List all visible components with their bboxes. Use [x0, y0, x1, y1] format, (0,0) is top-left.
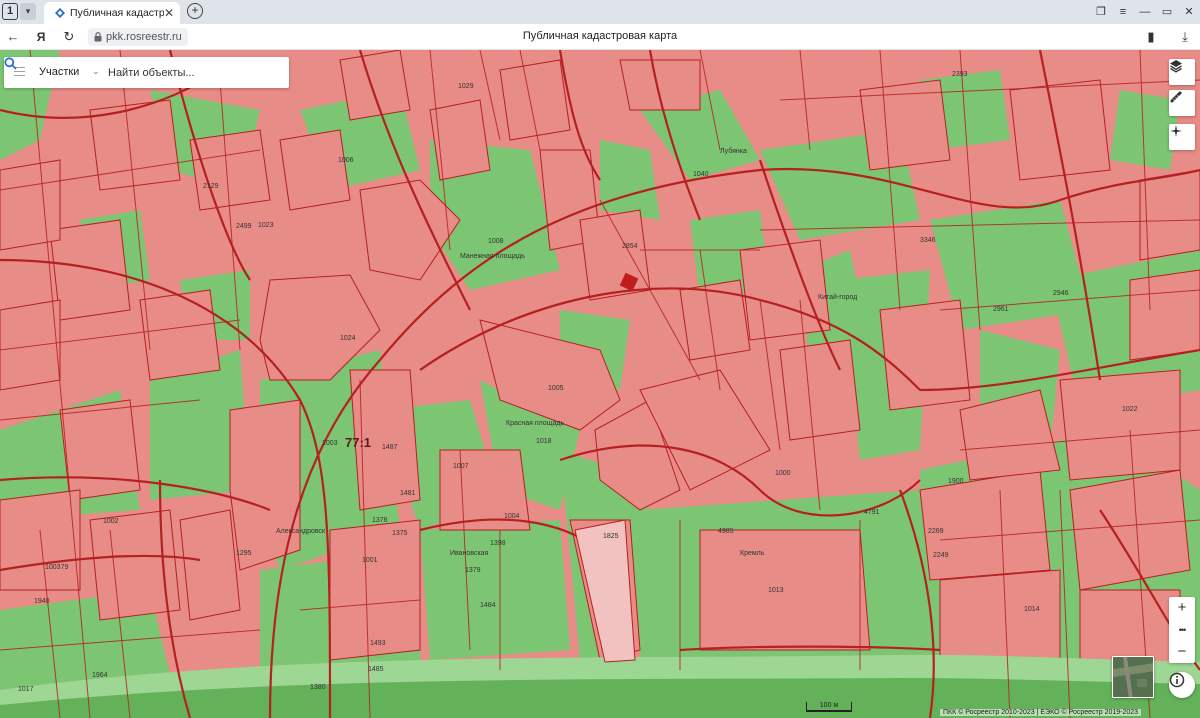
close-icon[interactable]: ✕ [164, 6, 174, 20]
collections-icon[interactable]: ❐ [1090, 0, 1112, 24]
locate-button[interactable] [1169, 124, 1195, 150]
window-close-icon[interactable]: ✕ [1178, 0, 1200, 24]
info-icon [1169, 672, 1185, 688]
satellite-thumbnail [1113, 657, 1153, 697]
address-bar: ← Я ↻ pkk.rosreestr.ru Публичная кадастр… [0, 24, 1200, 50]
layers-icon [1170, 60, 1182, 73]
browser-tab[interactable]: Публичная кадастрова ✕ [44, 2, 180, 24]
info-button[interactable] [1169, 672, 1195, 698]
tab-counter[interactable]: 1 [2, 3, 18, 20]
crosshair-icon [1170, 125, 1182, 137]
bookmark-icon[interactable]: ▮ [1142, 28, 1160, 46]
search-mode-select[interactable]: Участки [39, 66, 79, 78]
tab-title: Публичная кадастрова [70, 7, 164, 19]
page-title: Публичная кадастровая карта [522, 30, 678, 42]
zoom-out-button[interactable]: − [1169, 641, 1195, 663]
minimize-icon[interactable]: — [1134, 0, 1156, 24]
scale-bar: 100 м [806, 702, 852, 712]
browser-tabbar: 1 ▾ Публичная кадастрова ✕ + ❐ ≡ — ▭ ✕ [0, 0, 1200, 24]
attribution: ПКК © Росреестр 2010-2023 | ЕЭКО © Росре… [940, 709, 1142, 716]
cadastral-map[interactable]: 77:1 1024 1005 1008 1018 1023 1006 1029 … [0, 50, 1200, 718]
search-panel: Участки ⌄ [4, 57, 289, 88]
download-icon[interactable]: ⤓ [1176, 28, 1194, 46]
restore-icon[interactable]: ▭ [1156, 0, 1178, 24]
search-icon[interactable] [4, 57, 17, 70]
layers-button[interactable] [1169, 59, 1195, 85]
map-canvas[interactable] [0, 50, 1200, 718]
window-controls: ❐ ≡ — ▭ ✕ [1090, 0, 1200, 24]
zoom-levels-button[interactable]: ••• [1169, 619, 1195, 641]
ruler-icon [1170, 91, 1182, 103]
rosreestr-favicon-icon [55, 8, 65, 18]
basemap-switcher[interactable] [1112, 656, 1154, 698]
zoom-controls: + ••• − [1169, 597, 1195, 663]
chevron-down-icon[interactable]: ⌄ [92, 66, 100, 77]
zoom-in-button[interactable]: + [1169, 597, 1195, 619]
hamburger-menu-icon[interactable]: ≡ [1112, 0, 1134, 24]
measure-button[interactable] [1169, 90, 1195, 116]
plus-icon[interactable]: + [187, 3, 203, 19]
search-input[interactable] [108, 64, 258, 82]
tab-list-chevron-icon[interactable]: ▾ [20, 3, 36, 20]
